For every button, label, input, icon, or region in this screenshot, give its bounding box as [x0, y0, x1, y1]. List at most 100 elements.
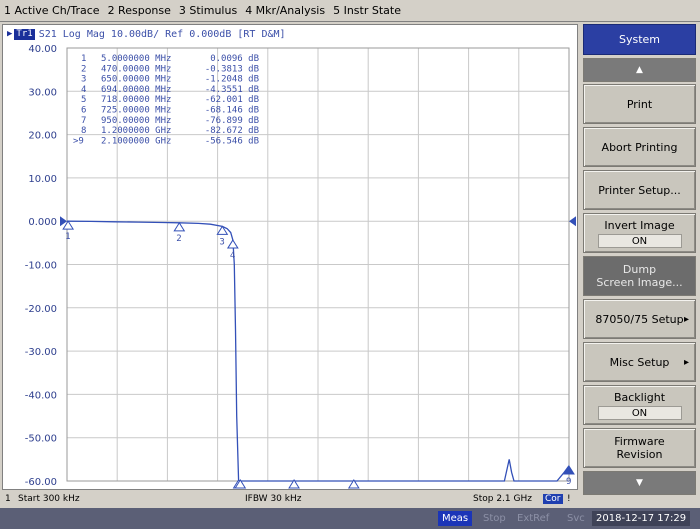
- y-tick-label: -40.00: [25, 390, 57, 401]
- y-tick-label: 10.00: [28, 174, 57, 185]
- marker-table-number: 1: [81, 54, 86, 64]
- marker-table-number: 6: [81, 106, 86, 116]
- clock: 2018-12-17 17:29: [592, 511, 691, 526]
- print-button[interactable]: Print: [583, 84, 696, 124]
- setup-87050-label: 87050/75 Setup: [595, 312, 684, 326]
- y-tick-label: 40.00: [28, 44, 57, 55]
- revision-label: Revision: [616, 448, 663, 461]
- marker-9-label: 9: [566, 477, 571, 487]
- stop-frequency[interactable]: Stop 2.1 GHz: [473, 494, 532, 504]
- scroll-up-icon: ▲: [636, 65, 643, 75]
- firmware-label: Firmware: [614, 435, 665, 448]
- reference-level-right-icon[interactable]: [569, 216, 576, 227]
- marker-table-frequency: 950.00000 MHz: [101, 116, 171, 126]
- y-tick-label: -20.00: [25, 304, 57, 315]
- misc-setup-label: Misc Setup: [609, 355, 670, 369]
- marker-table-frequency: 1.2000000 GHz: [101, 126, 171, 136]
- y-tick-label: -10.00: [25, 261, 57, 272]
- marker-3-label: 3: [219, 237, 224, 247]
- marker-table-value: -1.2048 dB: [205, 75, 259, 85]
- marker-table-frequency: 470.00000 MHz: [101, 64, 171, 74]
- marker-4-icon[interactable]: [226, 239, 239, 249]
- y-tick-label: 30.00: [28, 87, 57, 98]
- marker-table-number: >9: [73, 136, 84, 146]
- marker-table-number: 3: [81, 75, 86, 85]
- marker-table-number: 5: [81, 95, 86, 105]
- ifbw[interactable]: IFBW 30 kHz: [245, 494, 301, 504]
- scroll-down-icon: ▼: [636, 478, 643, 488]
- svc-status: Svc: [567, 513, 585, 524]
- instrument-status-bar: Meas Stop ExtRef Svc 2018-12-17 17:29: [0, 508, 700, 529]
- scroll-up-button[interactable]: ▲: [583, 58, 696, 82]
- marker-table-number: 8: [81, 126, 86, 136]
- screen-image-label: Screen Image...: [596, 276, 683, 289]
- marker-table-frequency: 5.0000000 MHz: [101, 54, 171, 64]
- print-button-label: Print: [626, 97, 653, 111]
- setup-87050-button[interactable]: 87050/75 Setup ▸: [583, 299, 696, 339]
- backlight-toggle[interactable]: Backlight ON: [583, 385, 696, 425]
- printer-setup-button[interactable]: Printer Setup...: [583, 170, 696, 210]
- status-end-mark: !: [567, 493, 571, 504]
- invert-image-value: ON: [597, 233, 682, 248]
- marker-table-frequency: 2.1000000 GHz: [101, 136, 171, 146]
- marker-table-value: -62.001 dB: [205, 95, 259, 105]
- meas-status: Meas: [438, 511, 473, 526]
- marker-table-frequency: 718.00000 MHz: [101, 95, 171, 105]
- marker-table-number: 2: [81, 64, 86, 74]
- marker-table-value: -76.899 dB: [205, 116, 259, 126]
- marker-table-value: -0.3813 dB: [205, 64, 259, 74]
- menu-mkr-analysis[interactable]: 4 Mkr/Analysis: [241, 4, 329, 17]
- abort-printing-button[interactable]: Abort Printing: [583, 127, 696, 167]
- dump-label: Dump: [622, 263, 657, 276]
- marker-table-value: -68.146 dB: [205, 106, 259, 116]
- marker-table-number: 4: [81, 85, 86, 95]
- active-trace-arrow-icon: ▶: [7, 29, 13, 39]
- abort-printing-label: Abort Printing: [601, 140, 678, 154]
- scroll-down-button[interactable]: ▼: [583, 471, 696, 495]
- marker-table-value: 0.0096 dB: [210, 54, 259, 64]
- chart-plot[interactable]: 40.00 30.00 20.00 10.00 0.000 -10.00 -20.00 -30…: [3, 25, 577, 489]
- chart-window[interactable]: 40.00 30.00 20.00 10.00 0.000 -10.00 -20.00 -30…: [2, 24, 578, 490]
- marker-table-number: 7: [81, 116, 86, 126]
- invert-image-label: Invert Image: [604, 218, 675, 232]
- marker-table-frequency: 694.00000 MHz: [101, 85, 171, 95]
- printer-setup-label: Printer Setup...: [598, 183, 681, 197]
- marker-table-value: -4.3551 dB: [205, 85, 259, 95]
- backlight-label: Backlight: [613, 390, 666, 404]
- trace-badge[interactable]: Tr1: [14, 28, 35, 40]
- menu-response[interactable]: 2 Response: [104, 4, 175, 17]
- extref-status: ExtRef: [517, 513, 550, 524]
- firmware-revision-button[interactable]: Firmware Revision: [583, 428, 696, 468]
- menu-instr-state[interactable]: 5 Instr State: [329, 4, 405, 17]
- start-frequency[interactable]: Start 300 kHz: [18, 494, 80, 504]
- softkey-menu-title-label: System: [618, 33, 661, 46]
- invert-image-toggle[interactable]: Invert Image ON: [583, 213, 696, 253]
- correction-badge: Cor: [543, 493, 563, 504]
- marker-table-value: -56.546 dB: [205, 136, 259, 146]
- marker-table-value: -82.672 dB: [205, 126, 259, 136]
- backlight-value: ON: [597, 405, 682, 420]
- y-tick-label: 0.000: [28, 217, 57, 228]
- channel-status-row: 1 Start 300 kHz IFBW 30 kHz Stop 2.1 GHz…: [2, 491, 578, 506]
- softkey-panel: System ▲ Print Abort Printing Printer Se…: [580, 24, 700, 506]
- y-tick-label: -30.00: [25, 347, 57, 358]
- trace-header: ▶ Tr1 S21 Log Mag 10.00dB/ Ref 0.000dB […: [7, 27, 286, 41]
- marker-4-label: 4: [230, 251, 235, 261]
- menu-active-ch-trace[interactable]: 1 Active Ch/Trace: [0, 4, 104, 17]
- y-tick-label: 20.00: [28, 131, 57, 142]
- chevron-right-icon: ▸: [683, 356, 689, 368]
- dump-screen-image-button[interactable]: Dump Screen Image...: [583, 256, 696, 296]
- marker-2-label: 2: [176, 234, 181, 244]
- marker-2-icon[interactable]: [173, 221, 186, 232]
- menu-stimulus[interactable]: 3 Stimulus: [175, 4, 241, 17]
- misc-setup-button[interactable]: Misc Setup ▸: [583, 342, 696, 382]
- stop-status: Stop: [483, 513, 506, 524]
- softkey-menu-title: System: [583, 24, 696, 55]
- marker-1-label: 1: [65, 232, 70, 242]
- chevron-right-icon: ▸: [683, 313, 689, 325]
- menu-bar: 1 Active Ch/Trace 2 Response 3 Stimulus …: [0, 0, 700, 22]
- marker-table-frequency: 650.00000 MHz: [101, 75, 171, 85]
- marker-table-frequency: 725.00000 MHz: [101, 106, 171, 116]
- channel-number: 1: [5, 493, 11, 504]
- y-tick-label: -60.00: [25, 477, 57, 488]
